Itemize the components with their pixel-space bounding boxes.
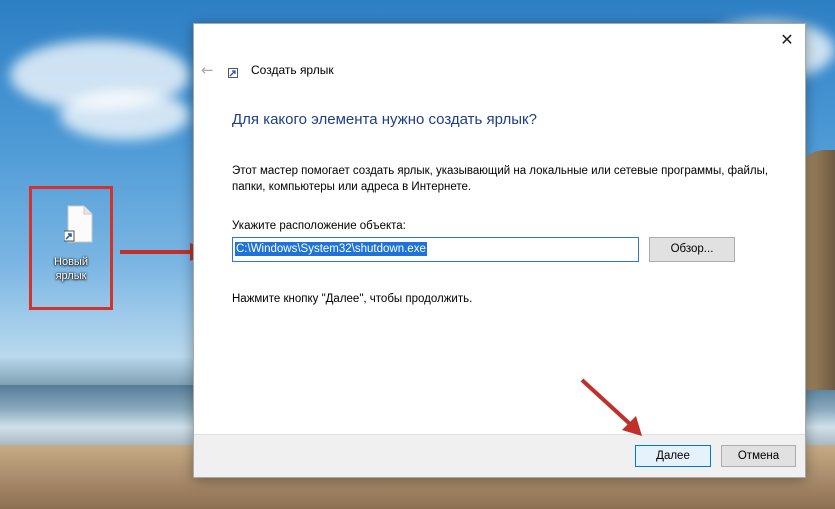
location-input-value: C:\Windows\System32\shutdown.exe bbox=[235, 242, 427, 256]
dialog-footer: Далее Отмена bbox=[194, 434, 805, 477]
browse-button[interactable]: Обзор... bbox=[649, 237, 735, 262]
shortcut-wizard-icon bbox=[228, 68, 238, 78]
shortcut-label-line1: Новый bbox=[54, 256, 88, 268]
location-input[interactable]: C:\Windows\System32\shutdown.exe bbox=[232, 237, 639, 262]
annotation-arrow-next bbox=[580, 378, 642, 436]
shortcut-label-line2: ярлык bbox=[55, 270, 87, 282]
create-shortcut-dialog: ✕ ← Создать ярлык Для какого элемента ну… bbox=[193, 23, 806, 478]
cloud bbox=[60, 90, 190, 140]
back-arrow-icon[interactable]: ← bbox=[201, 61, 214, 79]
desktop-shortcut[interactable]: Новый ярлык bbox=[32, 189, 110, 307]
new-shortcut-icon bbox=[64, 205, 93, 243]
page-heading: Для какого элемента нужно создать ярлык? bbox=[232, 111, 537, 128]
continue-hint: Нажмите кнопку "Далее", чтобы продолжить… bbox=[232, 293, 473, 305]
next-button[interactable]: Далее bbox=[635, 445, 711, 467]
wizard-description: Этот мастер помогает создать ярлык, указ… bbox=[232, 165, 769, 193]
cancel-button[interactable]: Отмена bbox=[721, 445, 796, 467]
wizard-title: Создать ярлык bbox=[251, 63, 334, 77]
shortcut-highlight-frame: Новый ярлык bbox=[29, 186, 113, 310]
location-label: Укажите расположение объекта: bbox=[232, 220, 406, 232]
close-icon[interactable]: ✕ bbox=[775, 28, 799, 52]
shortcut-label: Новый ярлык bbox=[32, 255, 110, 283]
